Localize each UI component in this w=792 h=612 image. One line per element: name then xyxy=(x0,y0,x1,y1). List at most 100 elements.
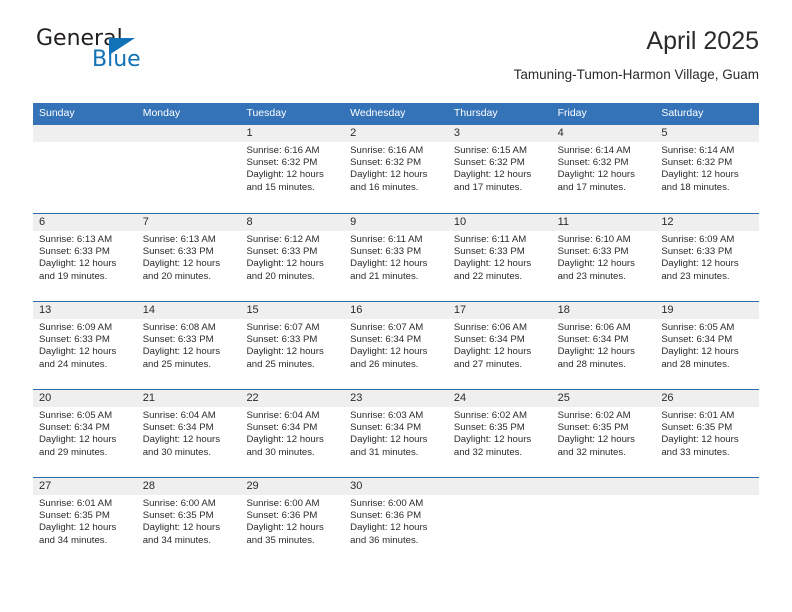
calendar-week-row: 20 Sunrise: 6:05 AM Sunset: 6:34 PM Dayligh… xyxy=(33,389,760,477)
day-daylight-text: Daylight: 12 hours xyxy=(142,258,221,270)
day-details: Sunrise: 6:02 AM Sunset: 6:35 PM Daylight:… xyxy=(448,407,552,459)
calendar-day-cell[interactable]: 3 Sunrise: 6:15 AM Sunset: 6:32 PM Daylight… xyxy=(447,125,552,213)
calendar-cell-empty xyxy=(136,125,241,213)
day-daylight-text: Daylight: 12 hours xyxy=(661,434,739,446)
calendar-cell-empty xyxy=(33,125,137,213)
day-sunrise-text: Sunrise: 6:14 AM xyxy=(661,145,735,156)
day-number: 21 xyxy=(136,390,241,407)
calendar-day-cell[interactable]: 16 Sunrise: 6:07 AM Sunset: 6:34 PM Dayligh… xyxy=(344,301,448,389)
day-daylight-text: and 25 minutes. xyxy=(246,358,315,370)
day-details: Sunrise: 6:00 AM Sunset: 6:35 PM Daylight:… xyxy=(137,495,241,547)
calendar-day-cell[interactable]: 9 Sunrise: 6:11 AM Sunset: 6:33 PM Daylight… xyxy=(344,213,448,301)
day-number: 25 xyxy=(551,390,656,407)
day-number: 13 xyxy=(33,302,137,319)
calendar-day-cell[interactable]: 14 Sunrise: 6:08 AM Sunset: 6:33 PM Dayligh… xyxy=(136,301,241,389)
day-daylight-text: Daylight: 12 hours xyxy=(350,346,428,358)
day-daylight-text: and 23 minutes. xyxy=(661,270,730,282)
day-sunrise-text: Sunrise: 6:05 AM xyxy=(661,322,735,333)
day-sunset-text: Sunset: 6:35 PM xyxy=(557,422,629,434)
day-details: Sunrise: 6:01 AM Sunset: 6:35 PM Daylight:… xyxy=(33,495,137,547)
calendar-day-cell[interactable]: 25 Sunrise: 6:02 AM Sunset: 6:35 PM Dayligh… xyxy=(551,389,656,477)
day-sunset-text: Sunset: 6:35 PM xyxy=(661,422,733,434)
day-sunset-text: Sunset: 6:34 PM xyxy=(350,334,422,346)
calendar-day-cell[interactable]: 1 Sunrise: 6:16 AM Sunset: 6:32 PM Daylight… xyxy=(240,125,345,213)
calendar-day-cell[interactable]: 19 Sunrise: 6:05 AM Sunset: 6:34 PM Dayligh… xyxy=(655,301,760,389)
calendar-day-cell[interactable]: 20 Sunrise: 6:05 AM Sunset: 6:34 PM Dayligh… xyxy=(33,389,137,477)
calendar-day-cell[interactable]: 28 Sunrise: 6:00 AM Sunset: 6:35 PM Dayligh… xyxy=(136,477,241,565)
calendar-day-cell[interactable]: 21 Sunrise: 6:04 AM Sunset: 6:34 PM Dayligh… xyxy=(136,389,241,477)
day-sunrise-text: Sunrise: 6:06 AM xyxy=(453,322,527,333)
title-block: April 2025 Tamuning-Tumon-Harmon Village… xyxy=(514,26,759,83)
day-sunset-text: Sunset: 6:33 PM xyxy=(142,246,214,258)
day-daylight-text: and 30 minutes. xyxy=(142,446,211,458)
day-sunset-text: Sunset: 6:36 PM xyxy=(350,510,422,522)
day-details: Sunrise: 6:03 AM Sunset: 6:34 PM Daylight:… xyxy=(344,407,448,459)
day-daylight-text: and 25 minutes. xyxy=(142,358,211,370)
day-sunrise-text: Sunrise: 6:02 AM xyxy=(557,410,631,421)
weekday-header-saturday: Saturday xyxy=(661,107,704,119)
calendar-page: General Blue April 2025 Tamuning-Tumon-H… xyxy=(0,0,792,612)
calendar-day-cell[interactable]: 18 Sunrise: 6:06 AM Sunset: 6:34 PM Dayligh… xyxy=(551,301,656,389)
day-number: 22 xyxy=(240,390,345,407)
day-number: 20 xyxy=(33,390,137,407)
day-daylight-text: Daylight: 12 hours xyxy=(39,346,117,358)
day-daylight-text: Daylight: 12 hours xyxy=(246,258,324,270)
day-sunset-text: Sunset: 6:35 PM xyxy=(142,510,214,522)
calendar-day-cell[interactable]: 24 Sunrise: 6:02 AM Sunset: 6:35 PM Dayligh… xyxy=(447,389,552,477)
day-daylight-text: and 20 minutes. xyxy=(142,270,211,282)
calendar-day-cell[interactable]: 15 Sunrise: 6:07 AM Sunset: 6:33 PM Dayligh… xyxy=(240,301,345,389)
day-daylight-text: and 34 minutes. xyxy=(39,534,108,546)
weekday-header-sunday: Sunday xyxy=(39,107,75,119)
calendar-day-cell[interactable]: 30 Sunrise: 6:00 AM Sunset: 6:36 PM Dayligh… xyxy=(344,477,448,565)
day-details: Sunrise: 6:07 AM Sunset: 6:33 PM Daylight:… xyxy=(240,319,344,371)
weekday-header-friday: Friday xyxy=(557,107,587,119)
calendar-day-cell[interactable]: 10 Sunrise: 6:11 AM Sunset: 6:33 PM Dayligh… xyxy=(447,213,552,301)
generalblue-logo[interactable]: General Blue xyxy=(33,26,263,82)
day-daylight-text: Daylight: 12 hours xyxy=(557,169,635,181)
day-sunrise-text: Sunrise: 6:14 AM xyxy=(557,145,631,156)
calendar-day-cell[interactable]: 27 Sunrise: 6:01 AM Sunset: 6:35 PM Dayligh… xyxy=(33,477,137,565)
day-daylight-text: and 28 minutes. xyxy=(661,358,730,370)
day-daylight-text: Daylight: 12 hours xyxy=(142,522,221,534)
calendar-cell-empty xyxy=(551,477,656,565)
calendar-day-cell[interactable]: 4 Sunrise: 6:14 AM Sunset: 6:32 PM Daylight… xyxy=(551,125,656,213)
calendar-day-cell[interactable]: 11 Sunrise: 6:10 AM Sunset: 6:33 PM Dayligh… xyxy=(551,213,656,301)
day-sunset-text: Sunset: 6:33 PM xyxy=(557,246,629,258)
day-number: 23 xyxy=(344,390,448,407)
calendar-day-cell[interactable]: 22 Sunrise: 6:04 AM Sunset: 6:34 PM Dayligh… xyxy=(240,389,345,477)
day-daylight-text: Daylight: 12 hours xyxy=(453,169,532,181)
calendar-day-cell[interactable]: 5 Sunrise: 6:14 AM Sunset: 6:32 PM Daylight… xyxy=(655,125,760,213)
calendar-day-cell[interactable]: 8 Sunrise: 6:12 AM Sunset: 6:33 PM Daylight… xyxy=(240,213,345,301)
calendar-day-cell[interactable]: 2 Sunrise: 6:16 AM Sunset: 6:32 PM Daylight… xyxy=(344,125,448,213)
calendar-day-cell[interactable]: 26 Sunrise: 6:01 AM Sunset: 6:35 PM Dayligh… xyxy=(655,389,760,477)
day-sunrise-text: Sunrise: 6:01 AM xyxy=(39,498,113,509)
day-details: Sunrise: 6:08 AM Sunset: 6:33 PM Daylight:… xyxy=(137,319,241,371)
day-details: Sunrise: 6:11 AM Sunset: 6:33 PM Daylight:… xyxy=(344,231,448,283)
day-sunrise-text: Sunrise: 6:04 AM xyxy=(246,410,320,421)
calendar-day-cell[interactable]: 13 Sunrise: 6:09 AM Sunset: 6:33 PM Dayligh… xyxy=(33,301,137,389)
calendar-day-cell[interactable]: 7 Sunrise: 6:13 AM Sunset: 6:33 PM Daylight… xyxy=(136,213,241,301)
calendar-day-cell[interactable]: 23 Sunrise: 6:03 AM Sunset: 6:34 PM Dayligh… xyxy=(344,389,448,477)
day-daylight-text: Daylight: 12 hours xyxy=(453,258,532,270)
calendar-day-cell[interactable]: 12 Sunrise: 6:09 AM Sunset: 6:33 PM Dayligh… xyxy=(655,213,760,301)
day-details: Sunrise: 6:15 AM Sunset: 6:32 PM Daylight:… xyxy=(448,142,552,194)
day-sunrise-text: Sunrise: 6:08 AM xyxy=(142,322,216,333)
day-number: 15 xyxy=(240,302,345,319)
calendar-day-cell[interactable]: 17 Sunrise: 6:06 AM Sunset: 6:34 PM Dayligh… xyxy=(447,301,552,389)
day-daylight-text: Daylight: 12 hours xyxy=(661,169,739,181)
page-header: General Blue April 2025 Tamuning-Tumon-H… xyxy=(33,26,759,98)
day-daylight-text: and 31 minutes. xyxy=(350,446,419,458)
day-sunset-text: Sunset: 6:33 PM xyxy=(39,334,110,346)
day-sunrise-text: Sunrise: 6:16 AM xyxy=(350,145,424,156)
calendar-day-cell[interactable]: 29 Sunrise: 6:00 AM Sunset: 6:36 PM Dayligh… xyxy=(240,477,345,565)
day-daylight-text: and 19 minutes. xyxy=(39,270,108,282)
calendar-grid: Sunday Monday Tuesday Wednesday Thursday Frid… xyxy=(33,103,760,565)
day-details: Sunrise: 6:06 AM Sunset: 6:34 PM Daylight:… xyxy=(552,319,656,371)
calendar-day-cell[interactable]: 6 Sunrise: 6:13 AM Sunset: 6:33 PM Daylight… xyxy=(33,213,137,301)
day-sunset-text: Sunset: 6:34 PM xyxy=(661,334,733,346)
day-daylight-text: Daylight: 12 hours xyxy=(39,522,117,534)
day-sunset-text: Sunset: 6:32 PM xyxy=(557,157,629,169)
day-sunrise-text: Sunrise: 6:06 AM xyxy=(557,322,631,333)
weekday-header-row: Sunday Monday Tuesday Wednesday Thursday Frid… xyxy=(33,103,759,125)
page-title: April 2025 xyxy=(646,27,759,55)
